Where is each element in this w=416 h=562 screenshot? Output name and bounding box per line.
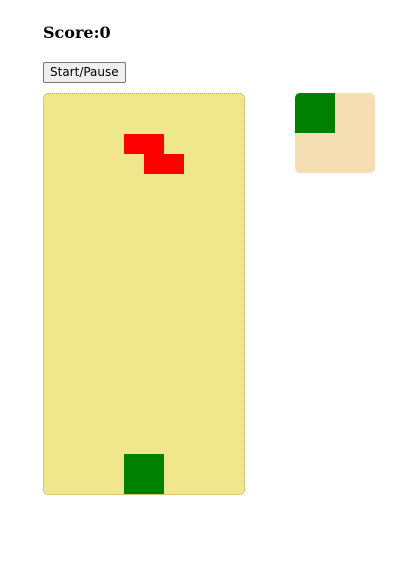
- next-piece-cell: [315, 93, 335, 113]
- active-piece-cell: [124, 134, 144, 154]
- active-piece-cell: [164, 154, 184, 174]
- score-display: Score:0: [43, 23, 111, 42]
- start-pause-button[interactable]: Start/Pause: [43, 62, 126, 83]
- landed-block-cell: [124, 454, 144, 474]
- next-piece-cell: [315, 113, 335, 133]
- active-piece-cell: [144, 134, 164, 154]
- landed-block-cell: [124, 474, 144, 494]
- next-piece-preview: [295, 93, 375, 173]
- active-piece-cell: [144, 154, 164, 174]
- next-piece-cell: [295, 93, 315, 113]
- game-board[interactable]: [43, 93, 245, 495]
- landed-block-cell: [144, 454, 164, 474]
- landed-block-cell: [144, 474, 164, 494]
- next-piece-cell: [295, 113, 315, 133]
